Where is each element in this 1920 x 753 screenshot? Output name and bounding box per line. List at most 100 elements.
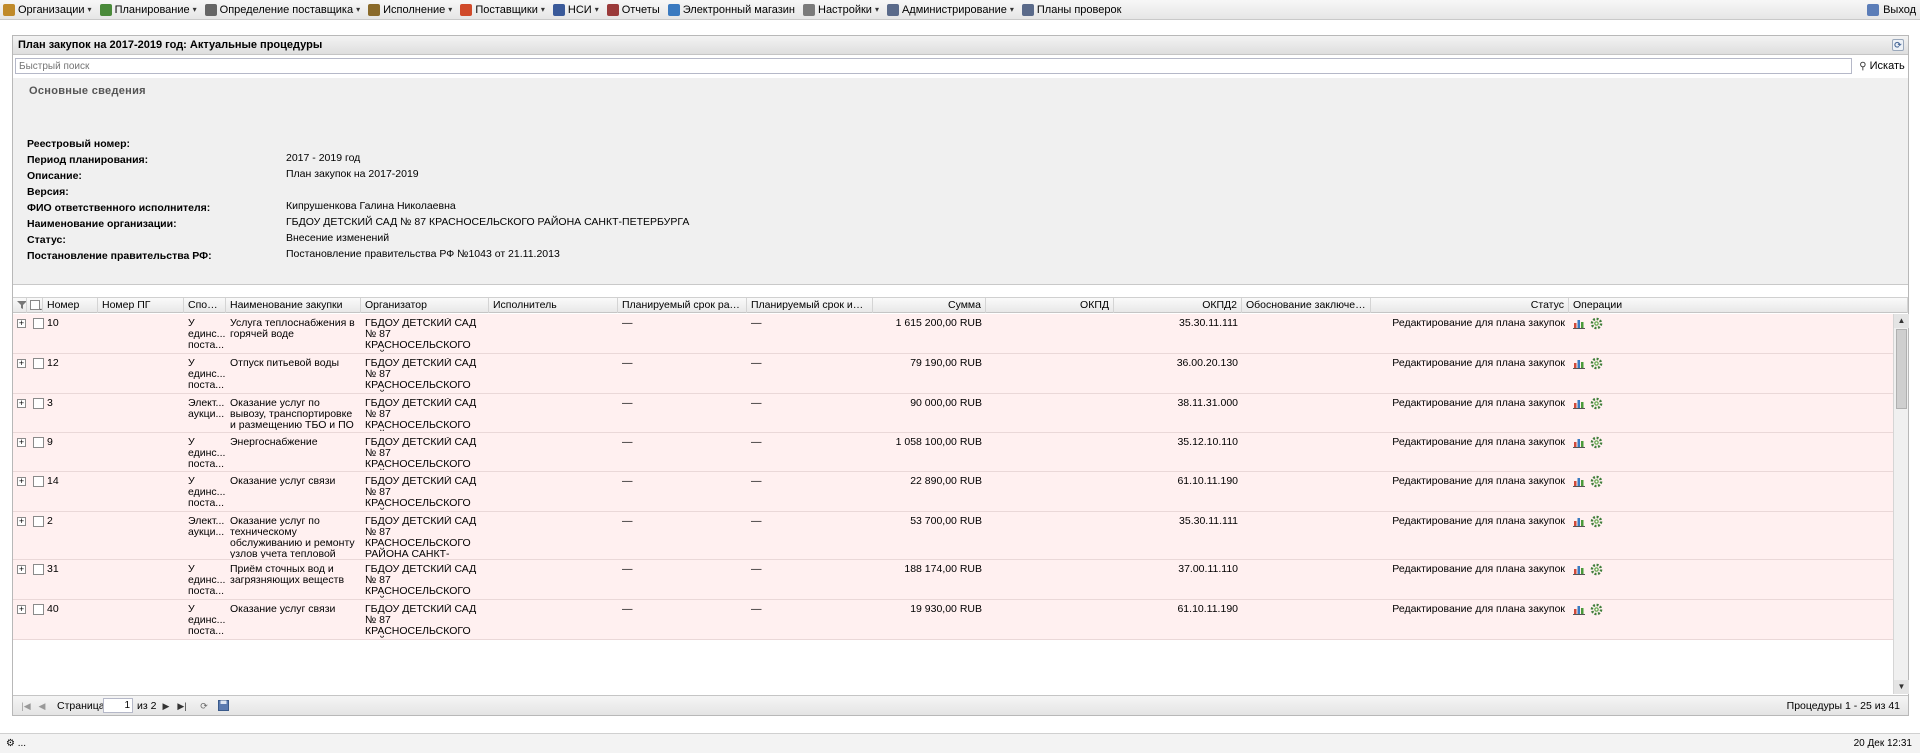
main-menu: Организации ▾ Планирование ▾ Определение пос… [0, 0, 1126, 20]
chevron-down-icon: ▾ [594, 5, 599, 14]
cell-status: Редактирование для плана закупок [1392, 516, 1565, 527]
expand-row-icon[interactable]: + [17, 477, 26, 486]
table-row[interactable]: +3 Элект... аукци... Оказание услуг по выв… [13, 394, 1893, 433]
field-value: Постановление правительства РФ №1043 от … [286, 248, 560, 260]
menu-suppliers[interactable]: Поставщики ▾ [457, 0, 550, 20]
cell-planned-execution: — [751, 358, 762, 369]
table-row[interactable]: +40 У единс... поста... Оказание услуг свя… [13, 600, 1893, 640]
search-button[interactable]: ⚲ Искать [1856, 57, 1908, 75]
table-row[interactable]: +9 У единс... поста... Энергоснабжение ГБДО… [13, 433, 1893, 472]
table-row[interactable]: +31 У единс... поста... Приём сточных вод … [13, 560, 1893, 600]
reload-icon[interactable]: ⟳ [197, 699, 211, 713]
gear-icon[interactable] [1590, 515, 1603, 528]
expand-row-icon[interactable]: + [17, 605, 26, 614]
col-okpd[interactable]: ОКПД [986, 298, 1114, 313]
gear-icon[interactable] [1590, 603, 1603, 616]
cell-okpd2: 37.00.11.110 [1178, 564, 1238, 575]
status-gear-icon: ⚙ [6, 738, 15, 749]
col-organizer[interactable]: Организатор [361, 298, 489, 313]
col-sum[interactable]: Сумма [873, 298, 986, 313]
col-planned-execution[interactable]: Планируемый срок испол... [747, 298, 873, 313]
page-number-input[interactable] [103, 698, 133, 713]
gear-icon[interactable] [1590, 475, 1603, 488]
admin-icon [886, 3, 899, 16]
first-page-icon[interactable]: |◀ [19, 699, 33, 713]
cell-organizer: ГБДОУ ДЕТСКИЙ САД № 87 КРАСНОСЕЛЬСКОГО Р… [365, 358, 477, 392]
col-okpd2[interactable]: ОКПД2 [1114, 298, 1242, 313]
expand-row-icon[interactable]: + [17, 359, 26, 368]
binoculars-icon: ⚲ [1859, 60, 1867, 72]
expand-row-icon[interactable]: + [17, 319, 26, 328]
col-status[interactable]: Статус [1371, 298, 1569, 313]
top-menu-bar: Организации ▾ Планирование ▾ Определение пос… [0, 0, 1920, 20]
chart-icon[interactable] [1573, 564, 1585, 575]
scroll-up-arrow[interactable]: ▲ [1894, 314, 1909, 328]
chart-icon[interactable] [1573, 398, 1585, 409]
col-justification[interactable]: Обоснование заключения [1242, 298, 1371, 313]
menu-execution[interactable]: Исполнение ▾ [365, 0, 457, 20]
menu-reports[interactable]: Отчеты [604, 0, 665, 20]
expand-row-icon[interactable]: + [17, 399, 26, 408]
last-page-icon[interactable]: ▶| [175, 699, 189, 713]
menu-label: Электронный магазин [682, 3, 795, 16]
prev-page-icon[interactable]: ◀ [35, 699, 49, 713]
menu-nsi[interactable]: НСИ ▾ [550, 0, 604, 20]
select-all-checkbox[interactable] [27, 298, 43, 313]
table-row[interactable]: +14 У единс... поста... Оказание услуг свя… [13, 472, 1893, 512]
chart-icon[interactable] [1573, 516, 1585, 527]
menu-admin[interactable]: Администрирование ▾ [884, 0, 1019, 20]
table-row[interactable]: +12 У единс... поста... Отпуск питьевой во… [13, 354, 1893, 394]
expand-row-icon[interactable]: + [17, 565, 26, 574]
save-icon[interactable] [216, 699, 230, 713]
cell-planned-placement: — [622, 516, 633, 527]
chart-icon[interactable] [1573, 358, 1585, 369]
col-number[interactable]: Номер [43, 298, 98, 313]
col-method[interactable]: Спос... [184, 298, 226, 313]
gear-icon[interactable] [1590, 357, 1603, 370]
audit-plans-icon [1021, 3, 1034, 16]
scroll-thumb[interactable] [1896, 329, 1907, 409]
menu-supplier-search[interactable]: Определение поставщика ▾ [202, 0, 365, 20]
field-value: План закупок на 2017-2019 [286, 168, 419, 180]
refresh-icon[interactable]: ⟳ [1892, 39, 1904, 51]
filter-icon[interactable] [13, 298, 27, 313]
vertical-scrollbar[interactable]: ▲ ▼ [1893, 314, 1909, 694]
menu-audit-plans[interactable]: Планы проверок [1019, 0, 1127, 20]
expand-row-icon[interactable]: + [17, 517, 26, 526]
gear-icon[interactable] [1590, 436, 1603, 449]
cell-method: У единс... поста... [188, 476, 226, 509]
cell-organizer: ГБДОУ ДЕТСКИЙ САД № 87 КРАСНОСЕЛЬСКОГО Р… [365, 318, 477, 352]
next-page-icon[interactable]: ▶ [159, 699, 173, 713]
page-label: Страница [57, 700, 105, 712]
quick-search-input[interactable] [15, 58, 1852, 74]
reports-icon [606, 3, 619, 16]
table-row[interactable]: +2 Элект... аукци... Оказание услуг по тех… [13, 512, 1893, 560]
col-purchase-name[interactable]: Наименование закупки [226, 298, 361, 313]
gear-icon[interactable] [1590, 563, 1603, 576]
chart-icon[interactable] [1573, 437, 1585, 448]
menu-settings[interactable]: Настройки ▾ [800, 0, 884, 20]
menu-organizations[interactable]: Организации ▾ [0, 0, 97, 20]
cell-status: Редактирование для плана закупок [1392, 564, 1565, 575]
field-label: Период планирования: [27, 154, 149, 166]
col-plan-number[interactable]: Номер ПГ [98, 298, 184, 313]
logout-button[interactable]: Выход [1867, 0, 1916, 20]
gear-icon[interactable] [1590, 317, 1603, 330]
chart-icon[interactable] [1573, 604, 1585, 615]
col-executor[interactable]: Исполнитель [489, 298, 618, 313]
chart-icon[interactable] [1573, 476, 1585, 487]
execution-icon [368, 3, 381, 16]
chart-icon[interactable] [1573, 318, 1585, 329]
cell-okpd2: 35.30.11.111 [1179, 516, 1238, 527]
cell-okpd2: 35.30.11.111 [1179, 318, 1238, 329]
gear-icon[interactable] [1590, 397, 1603, 410]
expand-row-icon[interactable]: + [17, 438, 26, 447]
cell-okpd2: 38.11.31.000 [1177, 398, 1238, 409]
cell-planned-execution: — [751, 437, 762, 448]
scroll-down-arrow[interactable]: ▼ [1894, 680, 1909, 694]
menu-eshop[interactable]: Электронный магазин [665, 0, 800, 20]
col-planned-placement[interactable]: Планируемый срок разме... [618, 298, 747, 313]
cell-purchase-name: Оказание услуг по вывозу, транспортировк… [230, 398, 354, 431]
table-row[interactable]: +10 У единс... поста... Услуга теплоснабже… [13, 314, 1893, 354]
menu-planning[interactable]: Планирование ▾ [97, 0, 202, 20]
